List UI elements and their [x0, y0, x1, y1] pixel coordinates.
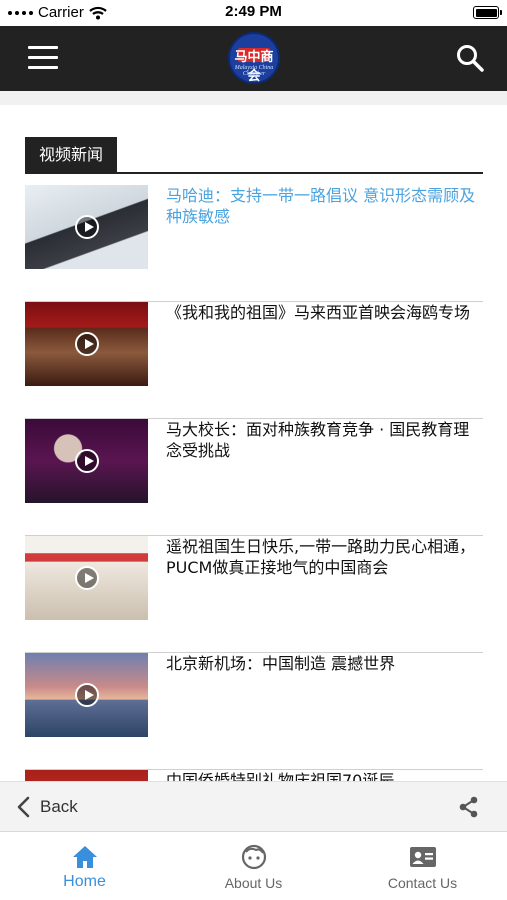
share-icon[interactable]: [457, 795, 481, 819]
news-title[interactable]: 马大校长：面对种族教育竞争 · 国民教育理念受挑战: [166, 419, 483, 461]
news-title[interactable]: 中国侨婚特别礼物庆祖国70诞辰: [166, 770, 483, 781]
news-title[interactable]: 马哈迪：支持一带一路倡议 意识形态需顾及种族敏感: [166, 185, 483, 227]
clock: 2:49 PM: [225, 3, 282, 20]
news-thumbnail[interactable]: [25, 419, 148, 503]
news-title[interactable]: 遥祝祖国生日快乐,一带一路助力民心相通，PUCM做真正接地气的中国商会: [166, 536, 483, 578]
news-thumbnail[interactable]: [25, 770, 148, 781]
video-news-list: 马哈迪：支持一带一路倡议 意识形态需顾及种族敏感 《我和我的祖国》马来西亚首映会…: [25, 185, 483, 781]
top-strip: [0, 91, 507, 105]
news-thumbnail[interactable]: [25, 302, 148, 386]
news-title[interactable]: 《我和我的祖国》马来西亚首映会海鸥专场: [166, 302, 483, 323]
tab-home[interactable]: Home: [0, 832, 169, 900]
news-item[interactable]: 《我和我的祖国》马来西亚首映会海鸥专场: [25, 302, 483, 419]
play-icon: [74, 449, 99, 473]
back-label: Back: [40, 797, 78, 816]
news-item[interactable]: 北京新机场：中国制造 震撼世界: [25, 653, 483, 770]
content-area[interactable]: 视频新闻 马哈迪：支持一带一路倡议 意识形态需顾及种族敏感 《我和我的祖国》马来…: [0, 91, 507, 781]
news-thumbnail[interactable]: [25, 185, 148, 269]
home-icon: [72, 846, 97, 868]
tab-about-us[interactable]: About Us: [169, 832, 338, 900]
news-thumbnail[interactable]: [25, 653, 148, 737]
chamber-logo[interactable]: 马中商会 Malaysia China Chamber: [228, 32, 280, 84]
news-title[interactable]: 北京新机场：中国制造 震撼世界: [166, 653, 483, 674]
news-item[interactable]: 遥祝祖国生日快乐,一带一路助力民心相通，PUCM做真正接地气的中国商会: [25, 536, 483, 653]
menu-icon[interactable]: [28, 46, 58, 70]
play-icon: [74, 683, 99, 707]
contact-card-icon: [409, 847, 436, 867]
browser-toolbar: Back: [0, 781, 507, 831]
tab-contact-us[interactable]: Contact Us: [338, 832, 507, 900]
tab-about-label: About Us: [224, 875, 283, 891]
section-header: 视频新闻: [25, 137, 483, 174]
tab-home-label: Home: [63, 873, 106, 890]
play-icon: [74, 215, 99, 239]
news-thumbnail[interactable]: [25, 536, 148, 620]
play-icon: [74, 566, 99, 590]
logo-script: Malaysia China Chamber: [234, 65, 274, 77]
face-icon: [241, 844, 266, 870]
chevron-left-icon: [17, 796, 30, 818]
back-button[interactable]: Back: [16, 793, 78, 821]
top-nav-bar: 马中商会 Malaysia China Chamber: [0, 26, 507, 91]
battery-level: [475, 8, 497, 17]
bottom-tab-bar: Home About Us Contact Us: [0, 831, 507, 900]
news-item[interactable]: 中国侨婚特别礼物庆祖国70诞辰: [25, 770, 483, 781]
battery-icon: [473, 6, 502, 19]
tab-contact-label: Contact Us: [387, 875, 458, 891]
status-bar: Carrier 2:49 PM: [0, 0, 507, 26]
section-title: 视频新闻: [25, 137, 118, 172]
search-icon[interactable]: [455, 43, 485, 73]
play-icon: [74, 332, 99, 356]
news-item[interactable]: 马哈迪：支持一带一路倡议 意识形态需顾及种族敏感: [25, 185, 483, 302]
news-item[interactable]: 马大校长：面对种族教育竞争 · 国民教育理念受挑战: [25, 419, 483, 536]
